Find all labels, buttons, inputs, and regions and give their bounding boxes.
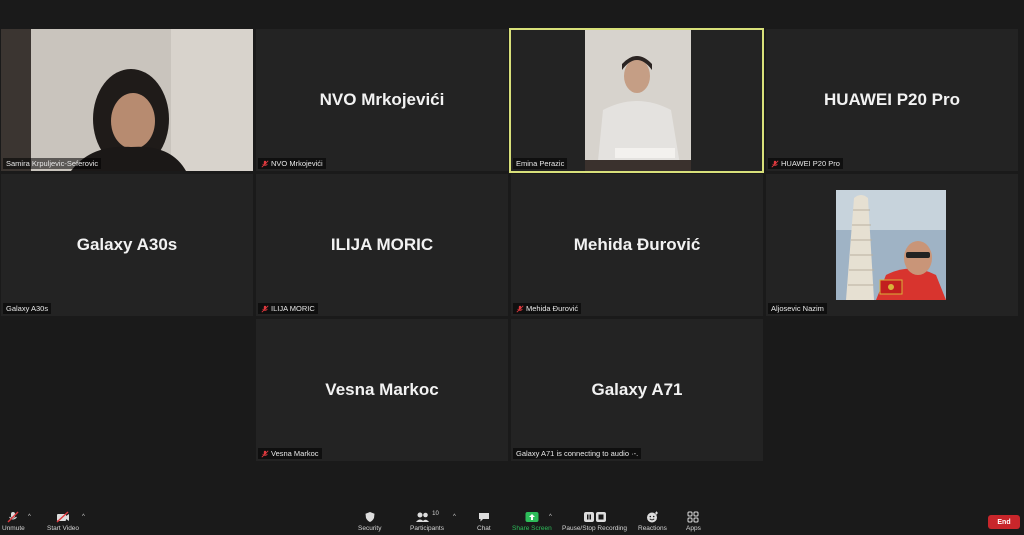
share-screen-icon — [525, 512, 539, 522]
mic-muted-icon — [261, 305, 269, 312]
reactions-label: Reactions — [638, 525, 667, 532]
participant-nametag: ILIJA MORIC — [258, 303, 318, 314]
share-options-caret[interactable]: ^ — [549, 514, 552, 520]
participant-tile-ilija[interactable]: ILIJA MORIC ILIJA MORIC — [256, 174, 508, 316]
participant-name: Galaxy A30s — [6, 304, 49, 313]
participant-nametag: Samira Krpuljevic-Seferovic — [3, 158, 102, 169]
mic-muted-icon — [7, 511, 19, 523]
record-pause-icon — [583, 512, 606, 522]
participant-nametag: Galaxy A30s — [3, 303, 52, 314]
participant-tile-huawei[interactable]: HUAWEI P20 Pro HUAWEI P20 Pro — [766, 29, 1018, 171]
participant-nametag: Emina Perazic — [513, 158, 568, 169]
share-screen-label: Share Screen — [512, 525, 552, 532]
chat-button[interactable]: Chat — [477, 511, 491, 532]
participant-tile-vesna[interactable]: Vesna Markoc Vesna Markoc — [256, 319, 508, 461]
participant-tile-aljosevic[interactable]: Aljosevic Nazim — [766, 174, 1018, 316]
chat-label: Chat — [477, 525, 491, 532]
unmute-button[interactable]: Unmute — [2, 511, 25, 532]
participants-icon — [416, 512, 430, 522]
participant-display-name: HUAWEI P20 Pro — [823, 90, 961, 109]
participant-video-samira — [1, 29, 253, 171]
participant-tile-emina[interactable]: Emina Perazic — [509, 28, 764, 173]
video-options-caret[interactable]: ^ — [82, 514, 85, 520]
participant-name: Aljosevic Nazim — [771, 304, 824, 313]
participant-video-emina — [511, 30, 762, 171]
participant-nametag: Aljosevic Nazim — [768, 303, 827, 314]
reactions-icon — [646, 511, 658, 523]
participant-nametag: Vesna Markoc — [258, 448, 322, 459]
apps-button[interactable]: Apps — [686, 511, 701, 532]
security-button[interactable]: Security — [358, 511, 381, 532]
participant-nametag: Galaxy A71 is connecting to audio ·-. — [513, 448, 642, 459]
participant-tile-samira[interactable]: Samira Krpuljevic-Seferovic — [1, 29, 253, 171]
unmute-label: Unmute — [2, 525, 25, 532]
participant-name: Vesna Markoc — [271, 449, 319, 458]
participants-button[interactable]: 10 Participants — [410, 511, 444, 532]
apps-icon — [687, 511, 699, 523]
participant-display-name: ILIJA MORIC — [330, 235, 434, 254]
mic-muted-icon — [516, 305, 524, 312]
mic-muted-icon — [771, 160, 779, 167]
participant-nametag: Mehida Đurović — [513, 303, 582, 314]
participant-name: Samira Krpuljevic-Seferovic — [6, 159, 99, 168]
video-off-icon — [56, 511, 70, 523]
participant-name: Mehida Đurović — [526, 304, 579, 313]
participant-tile-nvo[interactable]: NVO Mrkojevići NVO Mrkojevići — [256, 29, 508, 171]
participants-options-caret[interactable]: ^ — [453, 514, 456, 520]
audio-options-caret[interactable]: ^ — [28, 514, 31, 520]
participant-name: NVO Mrkojevići — [271, 159, 323, 168]
apps-label: Apps — [686, 525, 701, 532]
video-grid: Samira Krpuljevic-Seferovic NVO Mrkojevi… — [0, 0, 1024, 505]
start-video-button[interactable]: Start Video — [47, 511, 79, 532]
participant-name: Emina Perazic — [516, 159, 565, 168]
participant-avatar-photo — [836, 190, 946, 300]
participant-display-name: NVO Mrkojevići — [319, 90, 445, 109]
participant-tile-galaxy-a71[interactable]: Galaxy A71 Galaxy A71 is connecting to a… — [511, 319, 763, 461]
share-screen-button[interactable]: Share Screen — [512, 511, 552, 532]
participant-tile-mehida[interactable]: Mehida Đurović Mehida Đurović — [511, 174, 763, 316]
participant-name: HUAWEI P20 Pro — [781, 159, 840, 168]
meeting-toolbar: Unmute ^ Start Video ^ Security 10 Parti… — [0, 505, 1024, 535]
reactions-button[interactable]: Reactions — [638, 511, 667, 532]
mic-muted-icon — [261, 450, 269, 457]
participants-count: 10 — [432, 511, 439, 517]
participant-nametag: HUAWEI P20 Pro — [768, 158, 843, 169]
participant-tile-galaxy-a30s[interactable]: Galaxy A30s Galaxy A30s — [1, 174, 253, 316]
shield-icon — [365, 512, 375, 522]
recording-label: Pause/Stop Recording — [562, 525, 628, 532]
participant-display-name: Vesna Markoc — [325, 380, 439, 399]
participant-nametag: NVO Mrkojevići — [258, 158, 326, 169]
chat-icon — [478, 513, 489, 522]
end-meeting-button[interactable]: End — [988, 515, 1020, 529]
participant-name: ILIJA MORIC — [271, 304, 315, 313]
security-label: Security — [358, 525, 382, 532]
pause-stop-recording-button[interactable]: Pause/Stop Recording — [562, 511, 627, 532]
start-video-label: Start Video — [47, 525, 80, 532]
participants-label: Participants — [410, 525, 444, 532]
participant-display-name: Galaxy A71 — [591, 380, 683, 399]
participant-display-name: Galaxy A30s — [76, 235, 178, 254]
mic-muted-icon — [261, 160, 269, 167]
participant-status: Galaxy A71 is connecting to audio ·-. — [516, 449, 639, 458]
participant-display-name: Mehida Đurović — [573, 235, 701, 254]
